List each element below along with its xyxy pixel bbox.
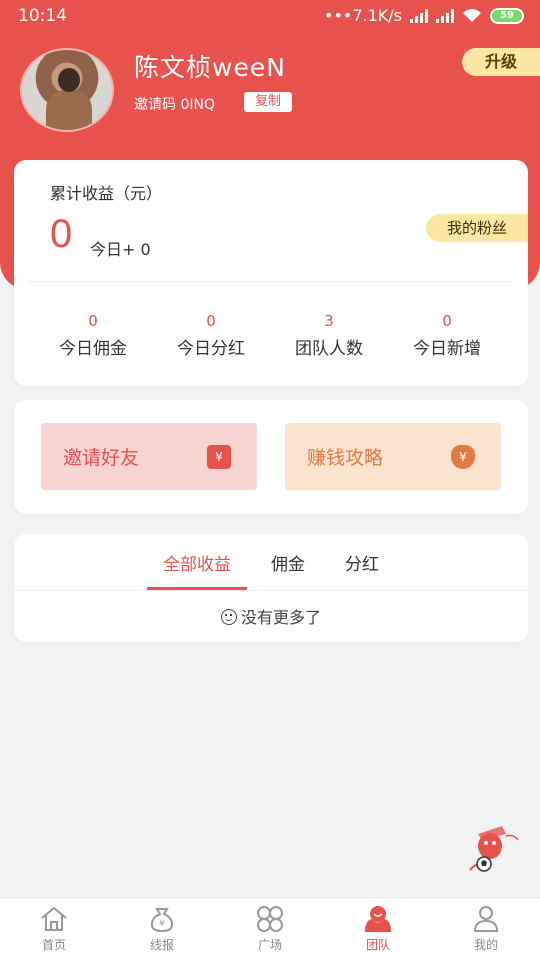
status-indicators: •••7.1K/s 59 <box>324 6 524 25</box>
stat-today-dividend[interactable]: 0 今日分红 <box>152 312 270 359</box>
smile-icon <box>220 609 237 625</box>
stat-label: 今日佣金 <box>59 339 127 359</box>
tab-dividend[interactable]: 分红 <box>329 534 395 590</box>
avatar[interactable] <box>20 48 114 132</box>
income-card: 全部收益 佣金 分红 没有更多了 <box>14 534 528 642</box>
actions-card: 邀请好友 ¥ 赚钱攻略 ¥ <box>14 400 528 514</box>
empty-text: 没有更多了 <box>240 608 321 627</box>
user-name: 陈文桢weeN <box>134 53 286 82</box>
stat-value: 0 <box>442 312 452 330</box>
stat-label: 团队人数 <box>295 339 363 359</box>
stat-value: 3 <box>324 312 334 330</box>
earnings-title: 累计收益（元） <box>50 184 163 203</box>
money-guide-label: 赚钱攻略 <box>307 447 384 469</box>
my-fans-button[interactable]: 我的粉丝 <box>426 214 528 242</box>
user-icon <box>473 906 499 932</box>
empty-state: 没有更多了 <box>14 604 528 628</box>
stat-today-commission[interactable]: 0 今日佣金 <box>34 312 152 359</box>
status-bar: 10:14 •••7.1K/s 59 <box>0 0 540 32</box>
stat-team-size[interactable]: 3 团队人数 <box>270 312 388 359</box>
money-bag-icon: ¥ <box>150 908 174 933</box>
nav-label: 线报 <box>149 938 174 952</box>
home-icon <box>41 906 67 931</box>
stat-label: 今日分红 <box>177 339 245 359</box>
wifi-icon <box>463 9 481 22</box>
invite-code: 邀请码 0INQ <box>134 97 215 113</box>
income-tabs: 全部收益 佣金 分红 <box>14 534 528 590</box>
avatar-head <box>58 68 80 92</box>
nav-label: 广场 <box>257 938 282 952</box>
money-bag-icon: ¥ <box>451 444 475 469</box>
stat-today-new[interactable]: 0 今日新增 <box>388 312 506 359</box>
nav-mine[interactable]: 我的 <box>432 898 540 960</box>
bottom-nav: 首页 ¥ 线报 广场 团队 我的 <box>0 897 540 960</box>
copy-button[interactable]: 复制 <box>244 92 292 112</box>
earnings-total: 0 <box>50 212 73 256</box>
status-time: 10:14 <box>18 6 67 26</box>
earnings-today: 今日+ 0 <box>90 240 151 259</box>
nav-label: 团队 <box>365 938 390 952</box>
earnings-card: 累计收益（元） 0 今日+ 0 我的粉丝 0 今日佣金 0 今日分红 3 团队人… <box>14 160 528 386</box>
avatar-figure <box>46 90 92 130</box>
stats-row: 0 今日佣金 0 今日分红 3 团队人数 0 今日新增 <box>14 312 528 359</box>
nav-tips[interactable]: ¥ 线报 <box>108 898 216 960</box>
upgrade-button[interactable]: 升级 <box>462 48 540 76</box>
team-icon <box>365 906 391 932</box>
red-packet-icon: ¥ <box>207 444 231 469</box>
network-speed: •••7.1K/s <box>324 6 402 25</box>
invite-friends-label: 邀请好友 <box>63 447 140 469</box>
stat-value: 0 <box>88 312 98 330</box>
nav-label: 我的 <box>473 938 498 952</box>
nav-square[interactable]: 广场 <box>216 898 324 960</box>
invite-friends-button[interactable]: 邀请好友 ¥ <box>41 423 257 490</box>
svg-text:¥: ¥ <box>159 919 165 929</box>
grid-icon <box>257 906 283 932</box>
nav-team[interactable]: 团队 <box>324 898 432 960</box>
stat-label: 今日新增 <box>413 339 481 359</box>
stat-value: 0 <box>206 312 216 330</box>
nav-home[interactable]: 首页 <box>0 898 108 960</box>
mascot-icon[interactable] <box>462 820 524 876</box>
tabs-divider <box>14 590 528 591</box>
tab-all-income[interactable]: 全部收益 <box>147 534 247 590</box>
tab-commission[interactable]: 佣金 <box>255 534 321 590</box>
divider <box>28 281 514 282</box>
signal-icon <box>436 8 454 23</box>
signal-icon <box>410 8 428 23</box>
battery-icon: 59 <box>490 7 524 24</box>
nav-label: 首页 <box>41 938 66 952</box>
money-guide-button[interactable]: 赚钱攻略 ¥ <box>285 423 501 490</box>
